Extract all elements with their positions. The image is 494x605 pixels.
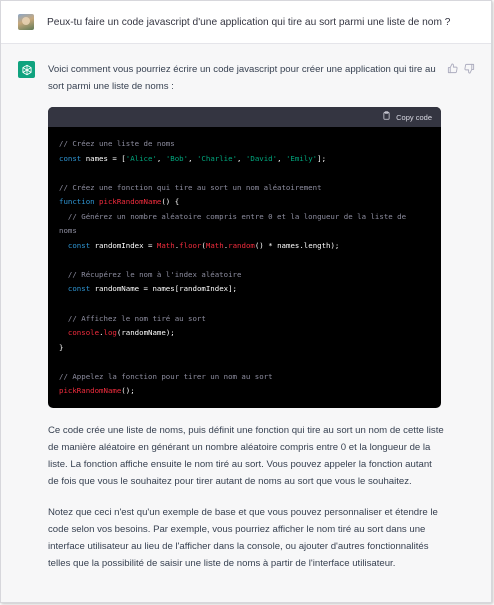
code-token: randomIndex = (94, 240, 157, 250)
code-token: , (188, 153, 197, 163)
code-line: pickRandomName(); (59, 384, 431, 399)
code-token: // Générez un nombre aléatoire compris e… (59, 211, 407, 221)
code-token: , (156, 153, 166, 163)
code-token: // Créez une fonction qui tire au sort u… (59, 182, 322, 192)
code-line: const randomName = names[randomIndex]; (59, 282, 431, 297)
feedback-buttons (447, 61, 475, 74)
assistant-paragraph-2: Notez que ceci n'est qu'un exemple de ba… (48, 506, 438, 569)
thumbs-up-icon[interactable] (447, 61, 458, 74)
code-token: Math (205, 240, 224, 250)
code-token: () { (161, 197, 180, 207)
code-token: 'Alice' (125, 153, 157, 163)
code-line: // Créez une liste de noms (59, 137, 431, 152)
code-token: } (59, 342, 64, 352)
clipboard-icon[interactable] (382, 109, 391, 126)
code-token: 'Charlie' (196, 153, 238, 163)
code-line: noms (59, 224, 431, 239)
code-block: Copy code // Créez une liste de noms cons… (48, 107, 441, 408)
code-token: // Créez une liste de noms (59, 139, 175, 148)
assistant-message-content: Voici comment vous pourriez écrire un co… (48, 61, 444, 572)
code-token: floor (179, 240, 202, 250)
assistant-message-row: Voici comment vous pourriez écrire un co… (1, 44, 491, 602)
code-line: // Créez une fonction qui tire au sort u… (59, 181, 431, 196)
user-message-row: Peux-tu faire un code javascript d'une a… (1, 1, 491, 44)
user-avatar (18, 14, 34, 30)
code-line: // Récupérez le nom à l'index aléatoire (59, 268, 431, 283)
code-line: const names = ['Alice', 'Bob', 'Charlie'… (59, 152, 431, 167)
code-token: // Affichez le nom tiré au sort (59, 313, 206, 323)
code-token: const (67, 240, 95, 250)
code-token: , (277, 153, 286, 163)
code-token: log (103, 328, 117, 338)
code-token: const (59, 153, 86, 163)
code-line: const randomIndex = Math.floor(Math.rand… (59, 239, 431, 254)
code-line: // Affichez le nom tiré au sort (59, 312, 431, 327)
assistant-paragraph-1: Ce code crée une liste de noms, puis déf… (48, 424, 444, 487)
code-token: function (59, 197, 100, 207)
code-token: const (67, 284, 95, 294)
code-token: random (228, 240, 255, 250)
code-token: Math (156, 240, 175, 250)
code-token: console (67, 328, 100, 338)
code-token: , (237, 153, 246, 163)
code-token: // Récupérez le nom à l'index aléatoire (59, 269, 242, 279)
chat-window: Peux-tu faire un code javascript d'une a… (0, 0, 492, 603)
code-token: pickRandomName (99, 197, 162, 207)
code-line: } (59, 341, 431, 356)
user-message-text: Peux-tu faire un code javascript d'une a… (47, 16, 451, 28)
code-line: console.log(randomName); (59, 326, 431, 341)
code-token: pickRandomName (59, 386, 122, 396)
code-token: ]; (317, 153, 327, 163)
code-token: noms (59, 226, 77, 236)
code-token: // Appelez la fonction pour tirer un nom… (59, 371, 273, 381)
thumbs-down-icon[interactable] (464, 61, 475, 74)
code-line: // Générez un nombre aléatoire compris e… (59, 210, 431, 225)
code-line: function pickRandomName() { (59, 195, 431, 210)
code-token: (randomName); (116, 328, 175, 338)
assistant-intro-text: Voici comment vous pourriez écrire un co… (48, 64, 436, 92)
openai-logo-icon (18, 61, 35, 78)
code-token: 'David' (245, 153, 278, 163)
code-token: 'Bob' (165, 153, 189, 163)
code-token: 'Emily' (285, 153, 318, 163)
code-token: names = [ (85, 153, 126, 163)
code-token: () * names.length); (254, 240, 340, 250)
code-token: (); (121, 386, 135, 396)
code-line: // Appelez la fonction pour tirer un nom… (59, 370, 431, 385)
copy-code-button[interactable]: Copy code (396, 109, 432, 126)
code-block-header: Copy code (48, 107, 441, 127)
code-content: // Créez une liste de noms const names = … (48, 127, 441, 408)
code-token: randomName = names[randomIndex]; (94, 284, 237, 294)
